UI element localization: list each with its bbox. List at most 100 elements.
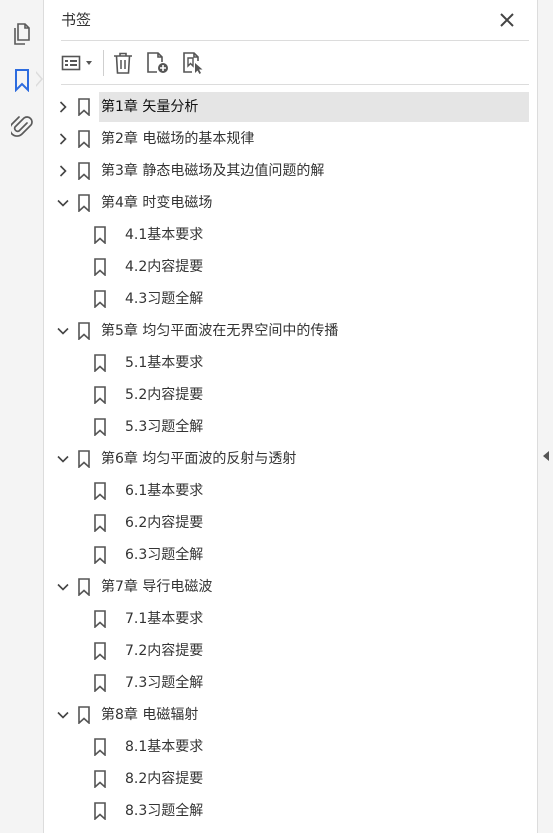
bookmark-label: 第6章 均匀平面波的反射与透射: [101, 451, 297, 467]
bookmark-icon: [77, 578, 91, 597]
bookmark-label: 第3章 静态电磁场及其边值问题的解: [101, 163, 325, 179]
chevron-right-icon[interactable]: [55, 163, 71, 179]
bookmark-icon: [93, 610, 107, 629]
bookmark-section-row[interactable]: 4.1基本要求: [45, 220, 529, 250]
trash-icon: [114, 52, 132, 74]
bookmark-label: 8.1基本要求: [125, 739, 204, 755]
bookmark-icon: [93, 674, 107, 693]
bookmark-icon: [93, 258, 107, 277]
bookmark-label: 7.2内容提要: [125, 643, 204, 659]
bookmarks-icon[interactable]: [8, 66, 36, 94]
bookmark-section-row[interactable]: 5.3习题全解: [45, 412, 529, 442]
bookmarks-toolbar: [45, 41, 529, 84]
bookmark-chapter-row[interactable]: 第5章 均匀平面波在无界空间中的传播: [45, 316, 529, 346]
new-bookmark-button[interactable]: [145, 50, 171, 76]
bookmark-label: 4.3习题全解: [125, 291, 204, 307]
chevron-down-icon[interactable]: [55, 451, 71, 467]
bookmark-label: 第7章 导行电磁波: [101, 579, 213, 595]
bookmark-icon: [93, 738, 107, 757]
list-options-icon: [61, 55, 92, 71]
collapse-panel-button[interactable]: [540, 449, 552, 463]
bookmark-section-row[interactable]: 7.2内容提要: [45, 636, 529, 666]
bookmark-label: 第4章 时变电磁场: [101, 195, 213, 211]
chevron-down-icon[interactable]: [55, 707, 71, 723]
bookmark-chapter-row[interactable]: 第6章 均匀平面波的反射与透射: [45, 444, 529, 474]
bookmark-icon: [77, 130, 91, 149]
bookmark-section-row[interactable]: 6.1基本要求: [45, 476, 529, 506]
bookmark-chapter-row[interactable]: 第2章 电磁场的基本规律: [45, 124, 529, 154]
bookmark-icon: [93, 290, 107, 309]
bookmark-chapter-row[interactable]: 第1章 矢量分析: [45, 92, 529, 122]
bookmark-icon: [93, 418, 107, 437]
bookmark-section-row[interactable]: 4.2内容提要: [45, 252, 529, 282]
delete-bookmark-button[interactable]: [111, 50, 135, 76]
toolbar-divider: [103, 50, 104, 76]
bookmark-icon: [93, 642, 107, 661]
bookmark-label: 4.2内容提要: [125, 259, 204, 275]
pages-icon[interactable]: [8, 20, 36, 48]
bookmark-section-row[interactable]: 8.1基本要求: [45, 732, 529, 762]
bookmark-chapter-row[interactable]: 第3章 静态电磁场及其边值问题的解: [45, 156, 529, 186]
bookmark-label: 6.2内容提要: [125, 515, 204, 531]
close-icon: [500, 13, 514, 27]
bookmark-section-row[interactable]: 8.2内容提要: [45, 764, 529, 794]
bookmark-chapter-row[interactable]: 第7章 导行电磁波: [45, 572, 529, 602]
bookmark-icon: [77, 98, 91, 117]
options-menu-button[interactable]: [61, 50, 97, 76]
bookmark-chapter-row[interactable]: 第8章 电磁辐射: [45, 700, 529, 730]
bookmark-icon: [93, 482, 107, 501]
find-bookmark-icon: [183, 52, 203, 74]
bookmark-icon: [93, 514, 107, 533]
bookmark-icon: [77, 162, 91, 181]
bookmark-icon: [77, 194, 91, 213]
bookmark-label: 5.3习题全解: [125, 419, 204, 435]
bookmark-section-row[interactable]: 6.2内容提要: [45, 508, 529, 538]
bookmark-label: 4.1基本要求: [125, 227, 204, 243]
bookmark-section-row[interactable]: 5.1基本要求: [45, 348, 529, 378]
bookmark-label: 8.2内容提要: [125, 771, 204, 787]
bookmark-section-row[interactable]: 7.3习题全解: [45, 668, 529, 698]
chevron-right-icon[interactable]: [55, 99, 71, 115]
chevron-right-icon[interactable]: [55, 131, 71, 147]
bookmark-icon: [93, 386, 107, 405]
bookmark-icon: [93, 226, 107, 245]
active-tab-indicator: [35, 71, 43, 87]
attachments-icon[interactable]: [8, 112, 36, 140]
toolbar-divider-line: [61, 84, 529, 85]
bookmark-section-row[interactable]: 7.1基本要求: [45, 604, 529, 634]
bookmark-label: 第2章 电磁场的基本规律: [101, 131, 255, 147]
bookmark-icon: [93, 802, 107, 821]
bookmark-label: 7.3习题全解: [125, 675, 204, 691]
caret-left-icon: [543, 451, 549, 461]
bookmark-label: 6.3习题全解: [125, 547, 204, 563]
bookmark-icon: [93, 354, 107, 373]
panel-header: 书签: [45, 0, 529, 40]
bookmark-label: 5.2内容提要: [125, 387, 204, 403]
bookmark-icon: [77, 450, 91, 469]
chevron-down-icon[interactable]: [55, 579, 71, 595]
bookmark-section-row[interactable]: 6.3习题全解: [45, 540, 529, 570]
navigation-rail: [0, 0, 44, 833]
find-bookmark-button[interactable]: [181, 50, 207, 76]
bookmark-chapter-row[interactable]: 第4章 时变电磁场: [45, 188, 529, 218]
bookmark-icon: [93, 770, 107, 789]
chevron-down-icon[interactable]: [55, 323, 71, 339]
bookmark-section-row[interactable]: 4.3习题全解: [45, 284, 529, 314]
bookmark-icon: [77, 322, 91, 341]
bookmark-label: 第1章 矢量分析: [101, 99, 199, 115]
close-button[interactable]: [495, 8, 519, 32]
bookmark-section-row[interactable]: 8.3习题全解: [45, 796, 529, 826]
bookmarks-panel: 书签 第1章 矢量分析 第2章 电磁场的基本规律 第3章 静态电磁场及其边值问题…: [45, 0, 537, 833]
bookmark-label: 6.1基本要求: [125, 483, 204, 499]
chevron-down-icon[interactable]: [55, 195, 71, 211]
bookmark-label: 5.1基本要求: [125, 355, 204, 371]
panel-collapse-strip: [537, 0, 553, 833]
bookmark-label: 7.1基本要求: [125, 611, 204, 627]
panel-title: 书签: [61, 11, 92, 29]
bookmark-section-row[interactable]: 5.2内容提要: [45, 380, 529, 410]
bookmark-label: 第5章 均匀平面波在无界空间中的传播: [101, 323, 339, 339]
bookmark-icon: [93, 546, 107, 565]
bookmark-label: 第8章 电磁辐射: [101, 707, 199, 723]
bookmark-label: 8.3习题全解: [125, 803, 204, 819]
bookmark-icon: [77, 706, 91, 725]
